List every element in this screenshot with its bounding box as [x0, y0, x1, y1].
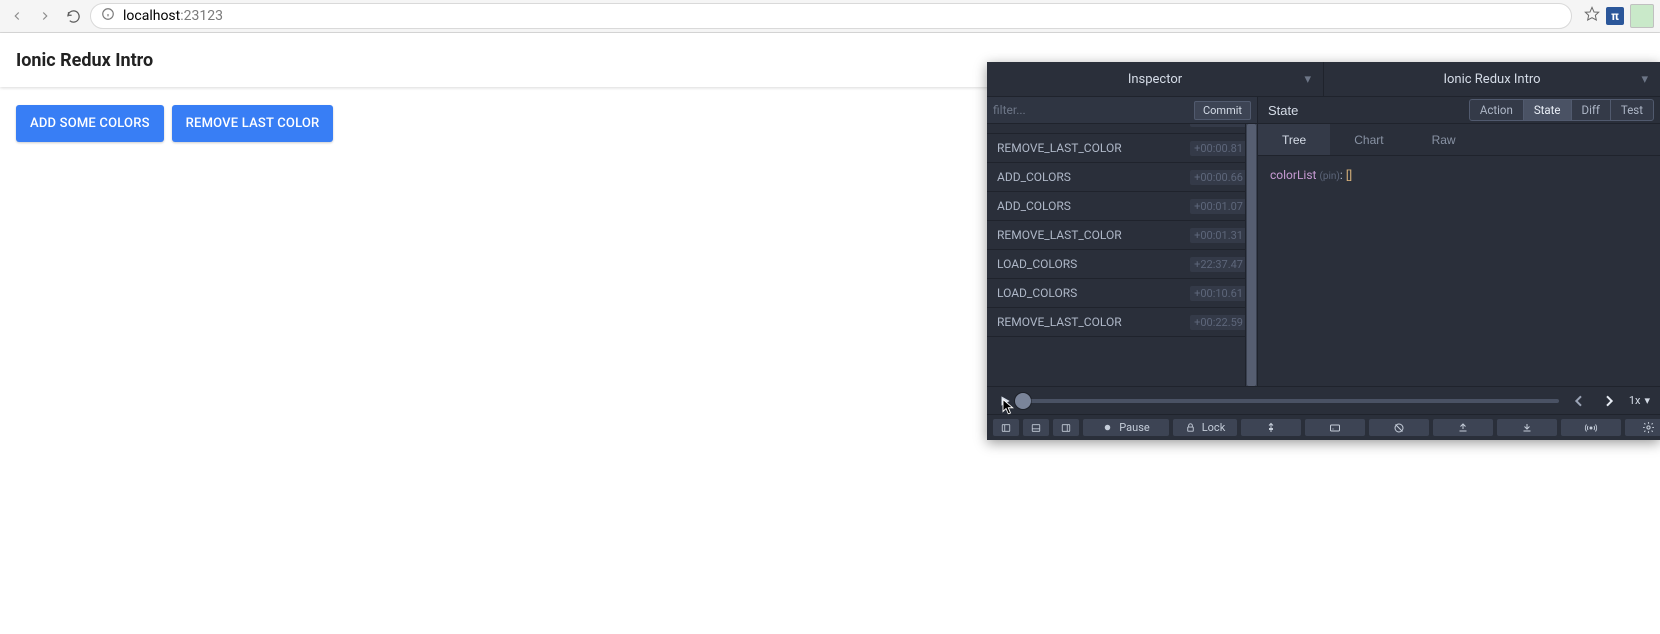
- dock-left-button[interactable]: [993, 419, 1019, 436]
- remote-button[interactable]: [1561, 419, 1621, 436]
- playback-speed-dropdown[interactable]: 1x▾: [1629, 394, 1650, 407]
- persist-button[interactable]: [1369, 419, 1429, 436]
- inspector-segment: Action State Diff Test: [1469, 99, 1654, 121]
- forward-button[interactable]: [34, 5, 56, 27]
- browser-chrome: localhost:23123 π: [0, 0, 1660, 33]
- chevron-down-icon: ▾: [1644, 394, 1650, 407]
- filter-bar: Commit: [987, 96, 1257, 124]
- view-tabs: Tree Chart Raw: [1258, 124, 1660, 156]
- dock-bottom-button[interactable]: [1023, 419, 1049, 436]
- devtools-top-bar: Inspector ▾ Ionic Redux Intro ▾: [987, 62, 1660, 96]
- state-tree[interactable]: colorList (pin): []: [1258, 156, 1660, 386]
- action-row[interactable]: ADD_COLORS +00:00.66: [987, 163, 1257, 192]
- action-name: ADD_COLORS: [997, 170, 1071, 184]
- back-button[interactable]: [6, 5, 28, 27]
- action-time: +00:10.61: [1190, 286, 1247, 301]
- dispatch-button[interactable]: [1305, 419, 1365, 436]
- page-title: Ionic Redux Intro: [16, 50, 153, 71]
- slider-track[interactable]: [1023, 399, 1559, 403]
- site-info-icon[interactable]: [101, 7, 115, 25]
- extension-icon[interactable]: π: [1606, 7, 1624, 25]
- monitor-dropdown-label: Inspector: [1128, 72, 1182, 87]
- profile-avatar[interactable]: [1630, 4, 1654, 28]
- action-time: +00:00.66: [1190, 170, 1247, 185]
- segment-state[interactable]: State: [1523, 100, 1571, 120]
- tree-value: []: [1346, 168, 1352, 182]
- action-time: +00:22.59: [1190, 315, 1247, 330]
- action-time: +00:01.31: [1190, 228, 1247, 243]
- monitor-dropdown[interactable]: Inspector ▾: [987, 62, 1323, 96]
- state-label: State: [1264, 103, 1298, 118]
- action-list[interactable]: ADD_COLORS +00:00.90 REMOVE_LAST_COLOR +00:…: [987, 124, 1257, 386]
- play-button[interactable]: [997, 394, 1013, 408]
- action-name: ADD_COLORS: [997, 124, 1071, 126]
- devtools-bottom-bar: Pause Lock: [987, 414, 1660, 440]
- action-time: +00:01.07: [1190, 199, 1247, 214]
- lock-changes-button[interactable]: Lock: [1173, 419, 1237, 436]
- chevron-down-icon: ▾: [1641, 72, 1648, 87]
- export-button[interactable]: [1433, 419, 1493, 436]
- speed-label: 1x: [1629, 394, 1641, 407]
- action-name: REMOVE_LAST_COLOR: [997, 141, 1122, 155]
- action-row[interactable]: ADD_COLORS +00:01.07: [987, 192, 1257, 221]
- action-name: ADD_COLORS: [997, 199, 1071, 213]
- redux-devtools: Inspector ▾ Ionic Redux Intro ▾ Commit A…: [987, 62, 1660, 440]
- action-row[interactable]: REMOVE_LAST_COLOR +00:01.31: [987, 221, 1257, 250]
- action-row[interactable]: REMOVE_LAST_COLOR +00:00.81: [987, 134, 1257, 163]
- filter-input[interactable]: [993, 103, 1190, 117]
- reload-button[interactable]: [62, 5, 84, 27]
- tree-key: colorList: [1270, 168, 1316, 182]
- url-text: localhost:23123: [123, 8, 223, 24]
- import-button[interactable]: [1497, 419, 1557, 436]
- pause-label: Pause: [1119, 421, 1149, 434]
- step-back-button[interactable]: [1569, 393, 1589, 409]
- settings-button[interactable]: [1625, 419, 1660, 436]
- chevron-down-icon: ▾: [1304, 72, 1311, 87]
- bookmark-star-icon[interactable]: [1584, 6, 1600, 26]
- action-name: LOAD_COLORS: [997, 286, 1077, 300]
- segment-diff[interactable]: Diff: [1571, 100, 1610, 120]
- tab-raw[interactable]: Raw: [1408, 124, 1480, 155]
- action-name: REMOVE_LAST_COLOR: [997, 315, 1122, 329]
- address-bar[interactable]: localhost:23123: [90, 3, 1572, 29]
- tab-tree[interactable]: Tree: [1258, 124, 1330, 155]
- pause-recording-button[interactable]: Pause: [1083, 419, 1169, 436]
- state-inspector-panel: State Action State Diff Test Tree Chart …: [1258, 96, 1660, 386]
- application-body: Ionic Redux Intro ADD SOME COLORS REMOVE…: [0, 33, 1660, 634]
- slider-handle[interactable]: [1015, 393, 1031, 409]
- remove-last-color-button[interactable]: REMOVE LAST COLOR: [172, 105, 334, 142]
- segment-test[interactable]: Test: [1610, 100, 1653, 120]
- action-time: +00:00.81: [1190, 141, 1247, 156]
- scrollbar[interactable]: [1245, 124, 1257, 386]
- action-time: +00:00.90: [1190, 124, 1247, 127]
- segment-action[interactable]: Action: [1470, 100, 1523, 120]
- action-time: +22:37.47: [1190, 257, 1247, 272]
- commit-button[interactable]: Commit: [1194, 101, 1251, 120]
- action-log-panel: Commit ADD_COLORS +00:00.90 REMOVE_LAST_CO…: [987, 96, 1258, 386]
- action-row[interactable]: ADD_COLORS +00:00.90: [987, 124, 1257, 134]
- action-name: LOAD_COLORS: [997, 257, 1077, 271]
- action-name: REMOVE_LAST_COLOR: [997, 228, 1122, 242]
- instance-dropdown[interactable]: Ionic Redux Intro ▾: [1323, 62, 1660, 96]
- action-row[interactable]: LOAD_COLORS +22:37.47: [987, 250, 1257, 279]
- state-header: State Action State Diff Test: [1258, 96, 1660, 124]
- action-row[interactable]: REMOVE_LAST_COLOR +00:22.59: [987, 308, 1257, 337]
- dock-right-button[interactable]: [1053, 419, 1079, 436]
- lock-label: Lock: [1202, 421, 1226, 434]
- pin-button[interactable]: [1241, 419, 1301, 436]
- step-forward-button[interactable]: [1599, 393, 1619, 409]
- tree-pin-label: (pin): [1319, 171, 1339, 182]
- action-row[interactable]: LOAD_COLORS +00:10.61: [987, 279, 1257, 308]
- instance-dropdown-label: Ionic Redux Intro: [1443, 72, 1540, 87]
- time-travel-slider: 1x▾: [987, 386, 1660, 414]
- add-colors-button[interactable]: ADD SOME COLORS: [16, 105, 164, 142]
- tab-chart[interactable]: Chart: [1330, 124, 1407, 155]
